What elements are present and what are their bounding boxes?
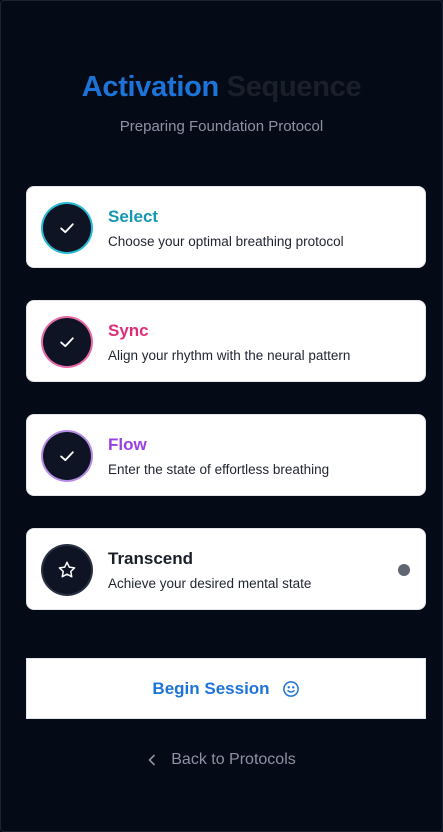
check-icon [60, 337, 74, 348]
begin-session-label: Begin Session [152, 678, 270, 698]
step-badge-transcend [43, 546, 91, 594]
step-title: Flow [108, 435, 147, 454]
smiley-icon [282, 680, 299, 697]
title-word-sequence: Sequence [226, 71, 362, 103]
step-description: Choose your optimal breathing protocol [108, 234, 344, 249]
step-card-transcend[interactable]: Transcend Achieve your desired mental st… [26, 528, 426, 610]
chevron-left-icon [148, 754, 156, 766]
step-card-select[interactable]: Select Choose your optimal breathing pro… [26, 186, 426, 268]
step-title: Select [108, 207, 159, 226]
step-badge-sync [43, 318, 91, 366]
back-to-protocols-label: Back to Protocols [171, 751, 296, 768]
step-description: Achieve your desired mental state [108, 576, 312, 591]
step-title: Transcend [108, 549, 194, 568]
step-badge-flow [43, 432, 91, 480]
star-icon [58, 561, 76, 578]
title-word-activation: Activation [81, 71, 219, 103]
page-subtitle: Preparing Foundation Protocol [119, 118, 324, 135]
step-description: Enter the state of effortless breathing [108, 462, 330, 477]
page-title: Activation Sequence [1, 71, 442, 104]
current-step-indicator [398, 564, 410, 576]
begin-session-button[interactable]: Begin Session [26, 658, 426, 719]
app-frame: Activation Sequence Preparing Foundation… [0, 0, 443, 832]
step-description: Align your rhythm with the neural patter… [108, 348, 351, 363]
check-icon [60, 223, 74, 234]
step-title: Sync [108, 321, 149, 340]
step-badge-select [43, 204, 91, 252]
back-to-protocols-link[interactable]: Back to Protocols [1, 751, 442, 769]
step-card-flow[interactable]: Flow Enter the state of effortless breat… [26, 414, 426, 496]
check-icon [60, 451, 74, 462]
step-card-sync[interactable]: Sync Align your rhythm with the neural p… [26, 300, 426, 382]
